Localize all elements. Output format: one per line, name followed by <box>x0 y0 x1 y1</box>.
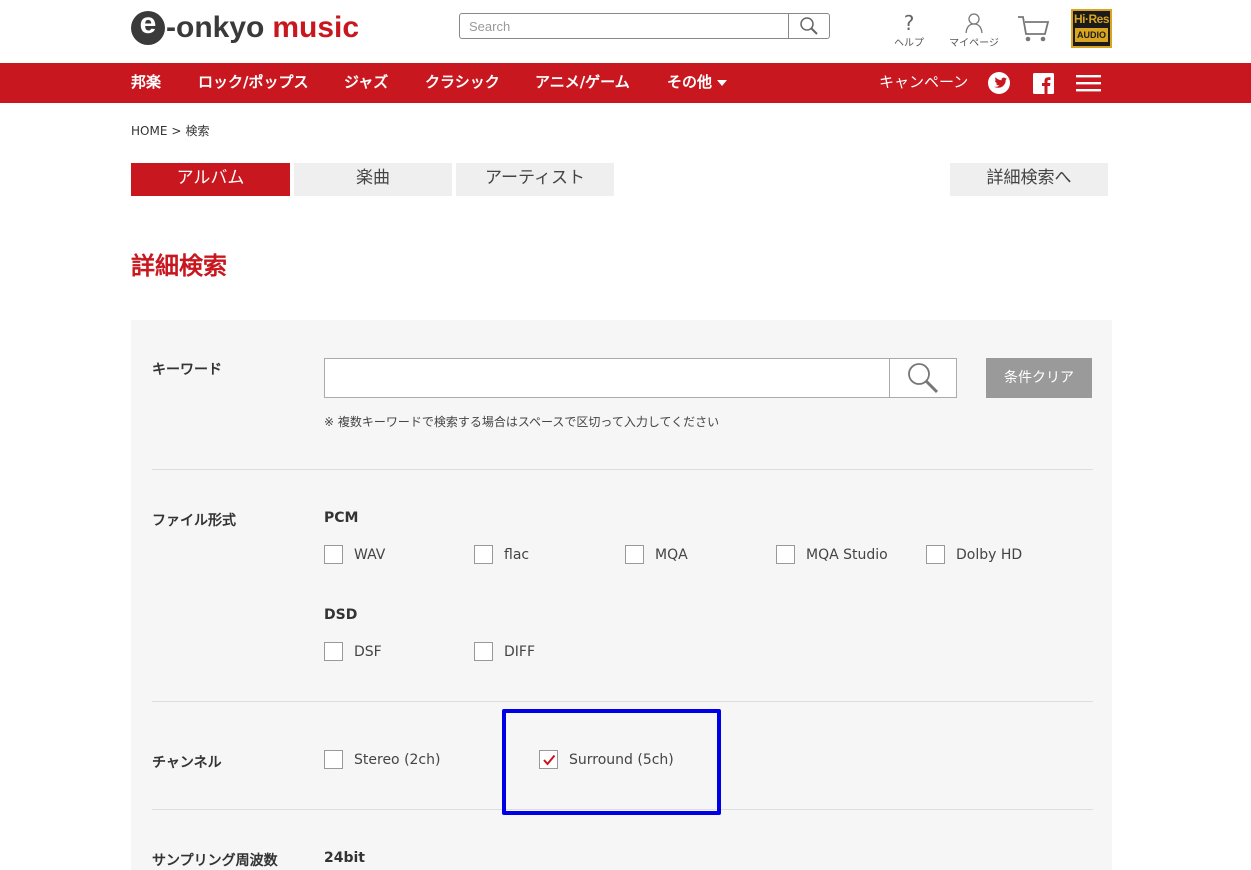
logo-onkyo-text: onkyo <box>176 11 265 44</box>
hires-text: Hi·Res <box>1073 12 1110 26</box>
user-icon <box>965 13 983 34</box>
twitter-icon[interactable] <box>988 72 1010 94</box>
checkbox-stereo[interactable]: Stereo (2ch) <box>324 750 440 769</box>
checkbox-box[interactable] <box>926 545 945 564</box>
checkbox-label: Stereo (2ch) <box>354 751 441 768</box>
checkbox-box[interactable] <box>324 750 343 769</box>
keyword-note: ※ 複数キーワードで検索する場合はスペースで区切って入力してください <box>324 415 720 429</box>
logo-e-mark: e <box>131 9 165 45</box>
breadcrumb: HOME > 検索 <box>131 122 213 139</box>
keyword-search-button[interactable] <box>889 358 957 398</box>
checkbox-box-checked[interactable] <box>539 750 558 769</box>
checkbox-dsf[interactable]: DSF <box>324 642 382 661</box>
nav-item-rock-pops[interactable]: ロック/ポップス <box>198 63 308 103</box>
checkbox-mqa[interactable]: MQA <box>625 545 688 564</box>
checkbox-box[interactable] <box>625 545 644 564</box>
file-format-label: ファイル形式 <box>152 513 236 529</box>
breadcrumb-separator: > <box>171 124 182 138</box>
hires-audio-logo[interactable]: Hi·Res AUDIO <box>1071 9 1112 48</box>
divider <box>152 809 1093 810</box>
checkbox-box[interactable] <box>324 642 343 661</box>
checkbox-box[interactable] <box>474 642 493 661</box>
nav-item-jazz[interactable]: ジャズ <box>344 63 388 103</box>
keyword-label: キーワード <box>152 362 222 378</box>
main-nav: 邦楽 ロック/ポップス ジャズ クラシック アニメ/ゲーム その他 キャンペーン <box>0 63 1251 103</box>
checkbox-label: WAV <box>354 546 386 563</box>
checkbox-wav[interactable]: WAV <box>324 545 385 564</box>
sampling-frequency-label: サンプリング周波数 <box>152 853 278 869</box>
checkbox-box[interactable] <box>776 545 795 564</box>
question-icon: ? <box>903 11 915 35</box>
mypage-link[interactable]: マイページ <box>947 12 1001 49</box>
tab-album[interactable]: アルバム <box>131 163 290 196</box>
tab-artist[interactable]: アーティスト <box>456 163 614 196</box>
checkmark-icon <box>543 754 556 766</box>
hamburger-menu-icon[interactable] <box>1076 72 1101 94</box>
checkbox-diff[interactable]: DIFF <box>474 642 535 661</box>
checkbox-label: MQA Studio <box>806 546 888 563</box>
checkbox-dolby-hd[interactable]: Dolby HD <box>926 545 1022 564</box>
cart-link[interactable] <box>1016 14 1050 47</box>
checkbox-box[interactable] <box>324 545 343 564</box>
logo-music-text: music <box>272 11 360 44</box>
checkbox-label: DSF <box>354 643 382 660</box>
nav-item-hogaku[interactable]: 邦楽 <box>131 63 161 103</box>
nav-item-other[interactable]: その他 <box>667 63 728 103</box>
search-form-panel: キーワード 条件クリア ※ 複数キーワードで検索する場合はスペースで区切って入力… <box>131 320 1112 870</box>
dsd-label: DSD <box>324 607 358 623</box>
header-search-input[interactable] <box>460 14 788 38</box>
checkbox-label: Surround (5ch) <box>569 751 674 768</box>
logo-dash: - <box>166 11 176 44</box>
checkbox-label: flac <box>504 546 530 563</box>
nav-item-anime-game[interactable]: アニメ/ゲーム <box>535 63 630 103</box>
divider <box>152 701 1093 702</box>
breadcrumb-home-link[interactable]: HOME <box>131 124 167 138</box>
clear-conditions-button[interactable]: 条件クリア <box>986 358 1092 398</box>
facebook-icon[interactable] <box>1033 73 1054 94</box>
help-label: ヘルプ <box>894 38 924 49</box>
cart-icon <box>1018 16 1050 42</box>
search-icon <box>800 17 818 35</box>
nav-other-label: その他 <box>667 73 713 91</box>
mypage-label: マイページ <box>949 38 999 49</box>
24bit-label: 24bit <box>324 850 365 866</box>
site-header: e - onkyo music ? ヘルプ マイページ Hi·Res AUDIO <box>0 0 1251 63</box>
checkbox-surround[interactable]: Surround (5ch) <box>539 750 674 769</box>
page-title: 詳細検索 <box>131 252 227 280</box>
checkbox-box[interactable] <box>474 545 493 564</box>
e-onkyo-logo[interactable]: e - onkyo music <box>131 9 360 46</box>
audio-text: AUDIO <box>1075 28 1108 42</box>
header-search-button[interactable] <box>788 14 829 38</box>
nav-item-classic[interactable]: クラシック <box>425 63 500 103</box>
checkbox-mqa-studio[interactable]: MQA Studio <box>776 545 888 564</box>
keyword-input[interactable] <box>324 358 890 398</box>
checkbox-label: MQA <box>655 546 688 563</box>
breadcrumb-current: 検索 <box>185 124 210 138</box>
header-search <box>459 13 830 39</box>
channel-label: チャンネル <box>152 755 222 771</box>
pcm-label: PCM <box>324 510 359 526</box>
divider <box>152 469 1093 470</box>
checkbox-flac[interactable]: flac <box>474 545 529 564</box>
help-link[interactable]: ? ヘルプ <box>893 12 925 49</box>
checkbox-label: DIFF <box>504 643 536 660</box>
nav-item-campaign[interactable]: キャンペーン <box>879 63 968 103</box>
checkbox-label: Dolby HD <box>956 546 1023 563</box>
chevron-down-icon <box>717 79 728 86</box>
tab-track[interactable]: 楽曲 <box>294 163 452 196</box>
search-icon <box>908 363 939 394</box>
advanced-search-link[interactable]: 詳細検索へ <box>950 163 1108 196</box>
